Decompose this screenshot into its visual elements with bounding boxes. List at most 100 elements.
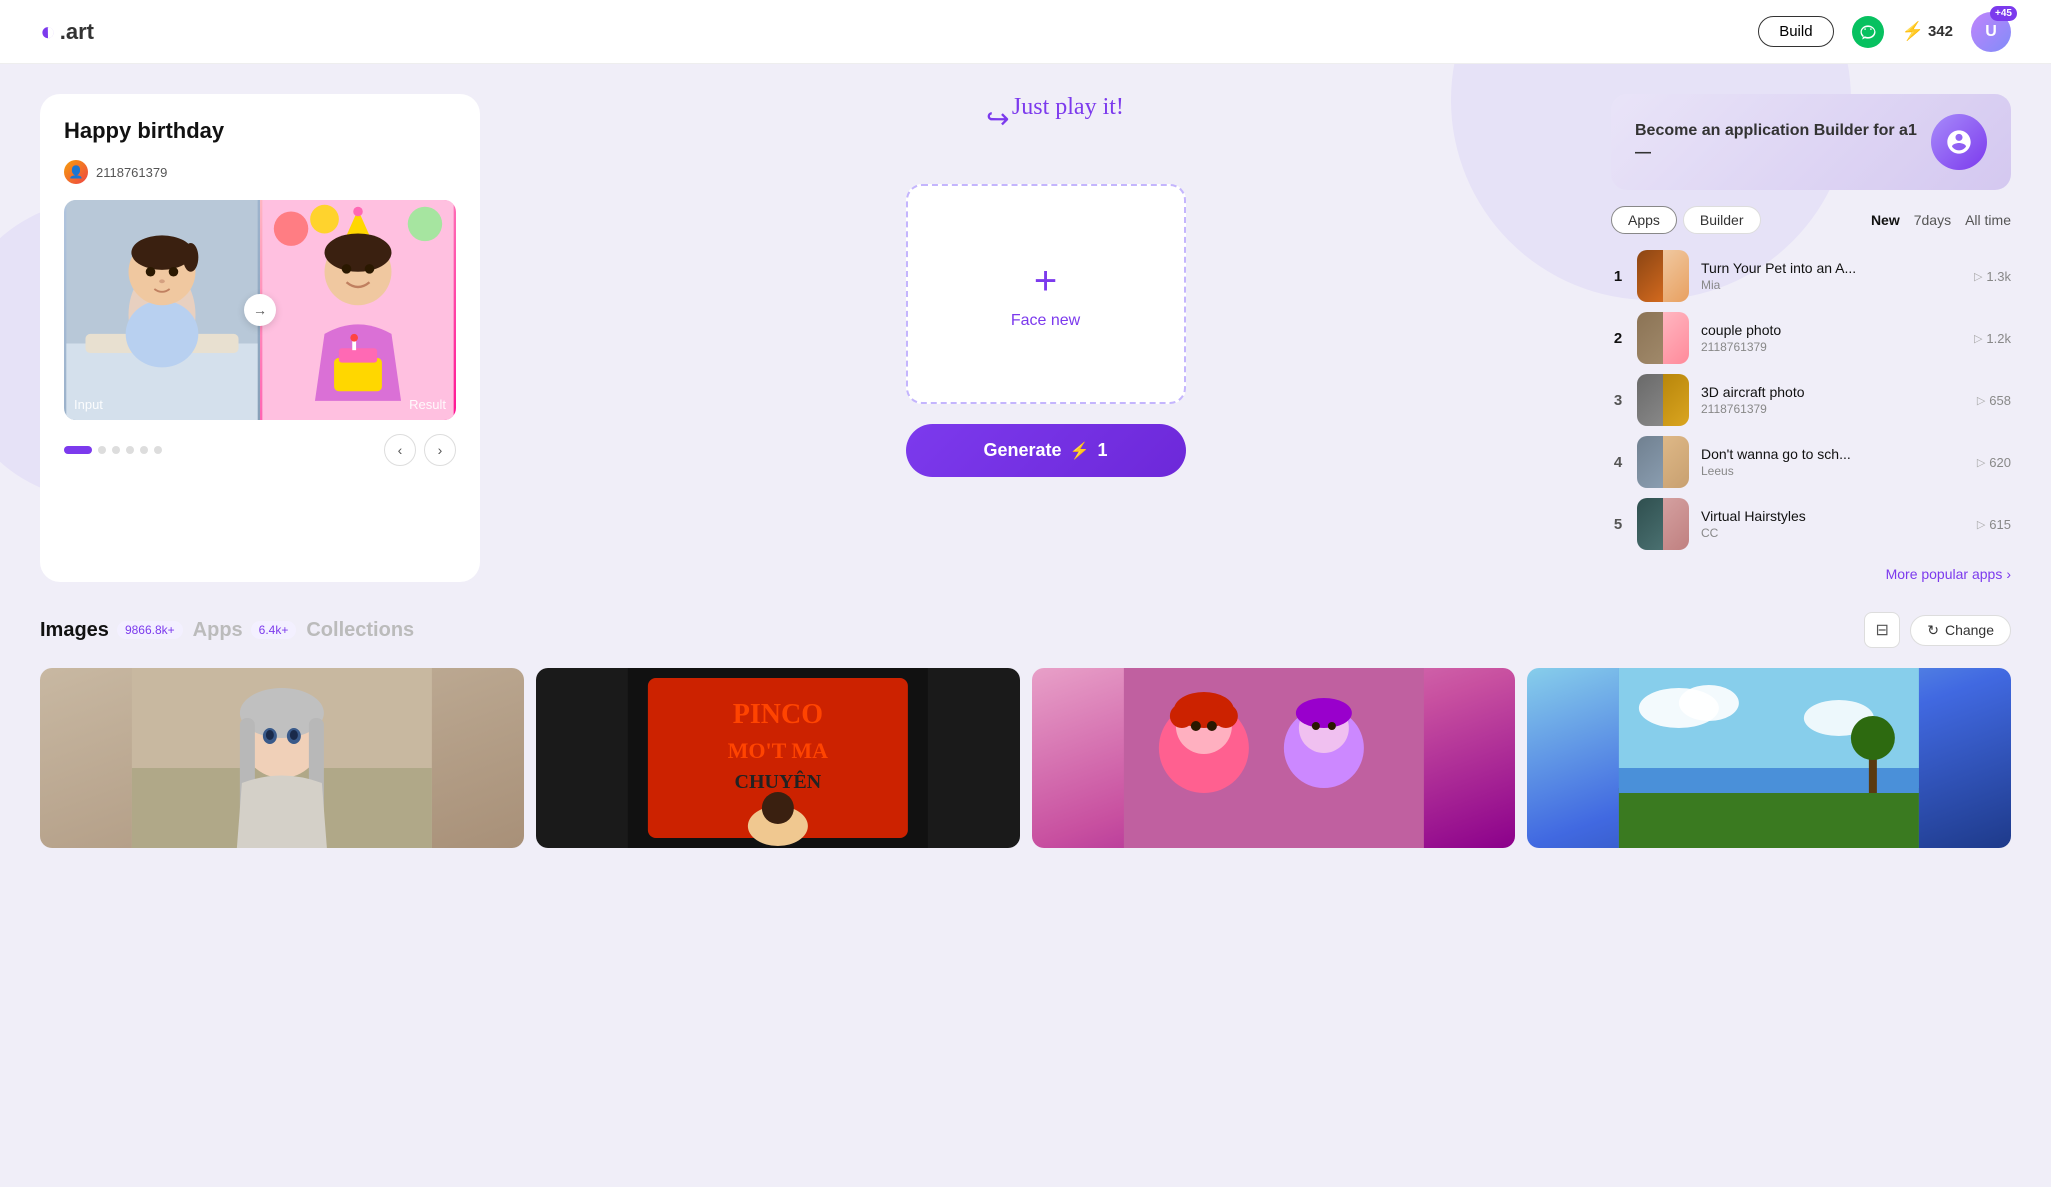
change-label: Change (1945, 622, 1994, 638)
change-button[interactable]: ↻ Change (1910, 615, 2011, 646)
dot-6[interactable] (154, 446, 162, 454)
header: ◐ .art Build ⚡ 342 U +45 (0, 0, 2051, 64)
input-label: Input (74, 397, 103, 412)
result-image: Result (260, 200, 456, 420)
more-popular-apps-link[interactable]: More popular apps › (1611, 566, 2011, 582)
refresh-icon: ↻ (1927, 622, 1939, 639)
grid-image-2[interactable]: PINCO MO'T MA CHUYÊN (536, 668, 1020, 848)
app-name-4: Don't wanna go to sch... (1701, 446, 1965, 462)
arrow-divider: → (244, 294, 276, 326)
face-new-box[interactable]: + Face new (906, 184, 1186, 404)
build-button[interactable]: Build (1758, 16, 1833, 47)
generate-button[interactable]: Generate ⚡ 1 (906, 424, 1186, 477)
play-icon-4: ▷ (1977, 456, 1985, 469)
prev-button[interactable]: ‹ (384, 434, 416, 466)
app-user-1: Mia (1701, 278, 1962, 292)
app-plays-4: ▷ 620 (1977, 455, 2011, 470)
generate-cost: 1 (1097, 440, 1107, 461)
arrow-icon: ↩ (986, 102, 1009, 135)
image-comparison: Input → (64, 200, 456, 420)
bottom-tabs: Images 9866.8k+ Apps 6.4k+ Collections ⊟… (40, 612, 2011, 648)
time-new[interactable]: New (1871, 212, 1900, 228)
chevron-right-icon: › (2006, 566, 2011, 582)
app-info-1: Turn Your Pet into an A... Mia (1701, 260, 1962, 292)
dot-4[interactable] (126, 446, 134, 454)
avatar-wrap[interactable]: U +45 (1971, 12, 2011, 52)
bottom-section: Images 9866.8k+ Apps 6.4k+ Collections ⊟… (0, 612, 2051, 878)
app-item-3[interactable]: 3 3D aircraft photo 2118761379 ▷ 658 (1611, 374, 2011, 426)
logo-icon: ◐ (40, 16, 56, 47)
user-row: 👤 2118761379 (64, 160, 456, 184)
app-info-5: Virtual Hairstyles CC (1701, 508, 1965, 540)
dot-1[interactable] (64, 446, 92, 454)
play-icon-1: ▷ (1974, 270, 1982, 283)
btab-images[interactable]: Images 9866.8k+ (40, 619, 183, 642)
time-7days[interactable]: 7days (1914, 212, 1951, 228)
btab-apps[interactable]: Apps 6.4k+ (193, 619, 297, 642)
app-user-3: 2118761379 (1701, 402, 1965, 416)
left-card: Happy birthday 👤 2118761379 (40, 94, 480, 582)
main-content: Happy birthday 👤 2118761379 (0, 64, 2051, 612)
app-plays-3: ▷ 658 (1977, 393, 2011, 408)
grid-image-3[interactable] (1032, 668, 1516, 848)
apps-badge: 6.4k+ (251, 621, 297, 639)
grid-toggle-button[interactable]: ⊟ (1864, 612, 1900, 648)
app-name-1: Turn Your Pet into an A... (1701, 260, 1962, 276)
dot-3[interactable] (112, 446, 120, 454)
app-name-5: Virtual Hairstyles (1701, 508, 1965, 524)
become-card[interactable]: Become an application Builder for a1— (1611, 94, 2011, 190)
app-name-3: 3D aircraft photo (1701, 384, 1965, 400)
image-grid: PINCO MO'T MA CHUYÊN (40, 668, 2011, 848)
app-plays-1: ▷ 1.3k (1974, 269, 2011, 284)
app-item-4[interactable]: 4 Don't wanna go to sch... Leeus ▷ 620 (1611, 436, 2011, 488)
nav-arrows: ‹ › (384, 434, 456, 466)
app-thumb-2 (1637, 312, 1689, 364)
lightning-count: 342 (1928, 23, 1953, 40)
app-plays-2: ▷ 1.2k (1974, 331, 2011, 346)
app-thumb-3 (1637, 374, 1689, 426)
grid-image-1[interactable] (40, 668, 524, 848)
play-icon-5: ▷ (1977, 518, 1985, 531)
app-user-5: CC (1701, 526, 1965, 540)
time-alltime[interactable]: All time (1965, 212, 2011, 228)
user-avatar: 👤 (64, 160, 88, 184)
logo[interactable]: ◐ .art (40, 16, 94, 47)
app-info-4: Don't wanna go to sch... Leeus (1701, 446, 1965, 478)
dot-2[interactable] (98, 446, 106, 454)
rank-2: 2 (1611, 330, 1625, 347)
tab-group: Apps Builder (1611, 206, 1761, 234)
play-icon-2: ▷ (1974, 332, 1982, 345)
wechat-icon[interactable] (1852, 16, 1884, 48)
dot-5[interactable] (140, 446, 148, 454)
app-item-1[interactable]: 1 Turn Your Pet into an A... Mia ▷ 1.3k (1611, 250, 2011, 302)
app-thumb-1 (1637, 250, 1689, 302)
tab-apps[interactable]: Apps (1611, 206, 1677, 234)
lightning-icon: ⚡ (1902, 21, 1924, 42)
tabs-row: Apps Builder New 7days All time (1611, 206, 2011, 234)
app-user-4: Leeus (1701, 464, 1965, 478)
next-button[interactable]: › (424, 434, 456, 466)
rank-5: 5 (1611, 516, 1625, 533)
rank-3: 3 (1611, 392, 1625, 409)
grid-image-4[interactable] (1527, 668, 2011, 848)
app-user-2: 2118761379 (1701, 340, 1962, 354)
header-right: Build ⚡ 342 U +45 (1758, 12, 2011, 52)
result-label: Result (409, 397, 446, 412)
app-item-2[interactable]: 2 couple photo 2118761379 ▷ 1.2k (1611, 312, 2011, 364)
center-area: Just play it! ↩ + Face new Generate ⚡ 1 (504, 94, 1587, 582)
tab-builder[interactable]: Builder (1683, 206, 1761, 234)
become-text: Become an application Builder for a1— (1635, 120, 1931, 165)
card-title: Happy birthday (64, 118, 456, 144)
more-apps-text: More popular apps (1886, 566, 2003, 582)
play-icon-3: ▷ (1977, 394, 1985, 407)
btab-collections[interactable]: Collections (306, 619, 414, 642)
images-badge: 9866.8k+ (117, 621, 183, 639)
input-image: Input (64, 200, 260, 420)
time-group: New 7days All time (1871, 212, 2011, 228)
app-thumb-4 (1637, 436, 1689, 488)
face-new-text: Face new (1011, 312, 1080, 330)
app-item-5[interactable]: 5 Virtual Hairstyles CC ▷ 615 (1611, 498, 2011, 550)
svg-text:PINCO: PINCO (733, 699, 823, 730)
logo-text: .art (60, 19, 94, 45)
app-plays-5: ▷ 615 (1977, 517, 2011, 532)
